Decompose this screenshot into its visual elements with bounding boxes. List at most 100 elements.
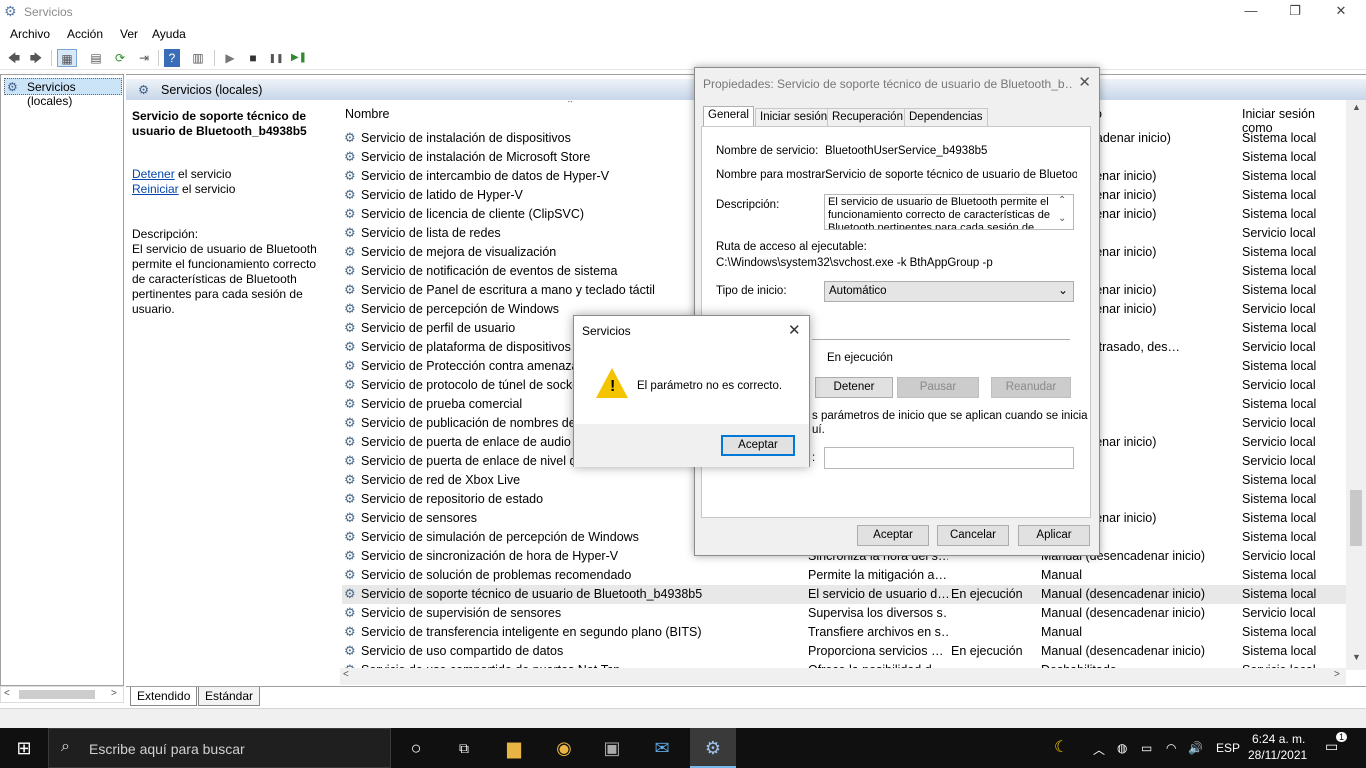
scrollbar-thumb[interactable]: [1350, 490, 1362, 546]
cell-logon: Sistema local: [1242, 587, 1317, 601]
scroll-up-icon[interactable]: ⌃: [1058, 195, 1066, 206]
table-row[interactable]: ⚙ Servicio de uso compartido de datos Prop…: [342, 642, 1346, 661]
stop-button[interactable]: Detener: [815, 377, 893, 398]
pause-button[interactable]: Pausar: [897, 377, 979, 398]
cell-logon: Sistema local: [1242, 492, 1317, 506]
clock-date[interactable]: 28/11/2021: [1248, 748, 1307, 762]
restore-button[interactable]: ❐: [1272, 0, 1318, 24]
description-textbox[interactable]: El servicio de usuario de Bluetooth perm…: [824, 194, 1074, 230]
remote-desktop-icon[interactable]: ▣: [598, 736, 626, 760]
display-name-field[interactable]: Servicio de soporte técnico de usuario d…: [825, 169, 1077, 181]
help-icon[interactable]: ?: [164, 49, 180, 67]
scroll-right-icon[interactable]: >: [1334, 669, 1340, 680]
cell-logon: Sistema local: [1242, 359, 1317, 373]
pause-service-icon[interactable]: ❚❚: [266, 49, 286, 67]
resume-button[interactable]: Reanudar: [991, 377, 1071, 398]
language-indicator[interactable]: ESP: [1216, 741, 1240, 755]
wifi-icon[interactable]: ◠: [1166, 741, 1176, 755]
menu-accion[interactable]: Acción: [67, 27, 103, 41]
export-list-icon[interactable]: ⇥: [134, 49, 154, 67]
tab-logon[interactable]: Iniciar sesión: [755, 108, 833, 126]
tree-node-label: Servicios (locales): [27, 80, 76, 108]
start-service-icon[interactable]: ▶: [220, 49, 240, 67]
tree-node-services-local[interactable]: ⚙ Servicios (locales): [4, 78, 122, 108]
properties-icon[interactable]: ▤: [86, 49, 106, 67]
stop-suffix: el servicio: [174, 167, 232, 181]
scrollbar-thumb[interactable]: [19, 690, 95, 699]
forward-arrow-icon[interactable]: 🡆: [26, 49, 46, 67]
scroll-right-icon[interactable]: >: [111, 688, 117, 699]
scroll-down-icon[interactable]: ⌄: [1058, 213, 1066, 224]
table-row[interactable]: ⚙ Servicio de soporte técnico de usuario …: [342, 585, 1346, 604]
table-row[interactable]: ⚙ Servicio de solución de problemas recom…: [342, 566, 1346, 585]
close-button[interactable]: ✕: [1318, 0, 1364, 24]
cell-desc: Proporciona servicios …: [808, 644, 944, 658]
cell-logon: Sistema local: [1242, 321, 1317, 335]
tab-standard[interactable]: Estándar: [198, 687, 261, 706]
accept-button[interactable]: Aceptar: [721, 435, 795, 456]
clock-time[interactable]: 6:24 a. m.: [1252, 732, 1305, 746]
scroll-up-icon[interactable]: ▲: [1352, 102, 1361, 112]
cell-name: Servicio de transferencia inteligente en…: [361, 625, 702, 639]
cell-logon: Sistema local: [1242, 473, 1317, 487]
cell-type: Manual (desencadenar inicio): [1041, 587, 1205, 601]
apply-button[interactable]: Aplicar: [1018, 525, 1090, 546]
list-horizontal-scrollbar[interactable]: < >: [340, 668, 1346, 685]
tab-extended[interactable]: Extendido: [130, 687, 198, 706]
ok-button[interactable]: Aceptar: [857, 525, 929, 546]
start-params-input[interactable]: [824, 447, 1074, 469]
toolbar: 🡄 🡆 ▦ ▤ ⟳ ⇥ ? ▥ ▶ ■ ❚❚ ▶❚: [0, 46, 1366, 70]
cancel-button[interactable]: Cancelar: [937, 525, 1009, 546]
cortana-icon[interactable]: ○: [402, 736, 430, 760]
mail-icon[interactable]: ✉: [648, 736, 676, 760]
tab-dependencies[interactable]: Dependencias: [904, 108, 988, 126]
service-gear-icon: ⚙: [344, 339, 356, 354]
cell-type: Manual (desencadenar inicio): [1041, 606, 1205, 620]
restart-service-link[interactable]: Reiniciar: [132, 182, 179, 196]
tab-recovery[interactable]: Recuperación: [827, 108, 908, 126]
stop-service-link[interactable]: Detener: [132, 167, 175, 181]
service-name-value: BluetoothUserService_b4938b5: [825, 145, 988, 157]
description-label: Descripción:: [716, 199, 780, 211]
chevron-up-icon[interactable]: ︿: [1093, 741, 1105, 758]
network-adapter-icon[interactable]: ▭: [1141, 741, 1152, 755]
cell-logon: Sistema local: [1242, 169, 1317, 183]
list-vertical-scrollbar[interactable]: ▲ ▼: [1346, 100, 1366, 670]
chrome-icon[interactable]: ◉: [550, 736, 578, 760]
taskbar-search[interactable]: ⌕ Escribe aquí para buscar: [48, 728, 391, 768]
file-explorer-icon[interactable]: ▆: [500, 736, 528, 760]
menu-ver[interactable]: Ver: [120, 27, 138, 41]
stop-service-icon[interactable]: ■: [243, 49, 263, 67]
scroll-left-icon[interactable]: <: [4, 688, 10, 699]
menu-ayuda[interactable]: Ayuda: [152, 27, 186, 41]
scroll-left-icon[interactable]: <: [343, 669, 349, 680]
menu-archivo[interactable]: Archivo: [10, 27, 50, 41]
action-pane-icon[interactable]: ▥: [188, 49, 208, 67]
volume-icon[interactable]: 🔊: [1188, 741, 1203, 755]
tab-general[interactable]: General: [703, 106, 754, 127]
refresh-icon[interactable]: ⟳: [110, 49, 130, 67]
startup-type-select[interactable]: Automático ⌄: [824, 281, 1074, 302]
table-row[interactable]: ⚙ Servicio de supervisión de sensores Supe…: [342, 604, 1346, 623]
restart-service-icon[interactable]: ▶❚: [289, 49, 309, 67]
night-light-icon[interactable]: ☾: [1054, 737, 1068, 757]
back-arrow-icon[interactable]: 🡄: [4, 49, 24, 67]
windows-start-icon[interactable]: ⊞: [10, 736, 38, 760]
close-icon[interactable]: ✕: [1078, 73, 1091, 91]
table-row[interactable]: ⚙ Servicio de transferencia inteligente e…: [342, 623, 1346, 642]
task-view-icon[interactable]: ⧉: [450, 736, 478, 760]
tree-horizontal-scrollbar[interactable]: < >: [0, 686, 124, 703]
service-gear-icon: ⚙: [344, 643, 356, 658]
cell-logon: Sistema local: [1242, 397, 1317, 411]
close-icon[interactable]: ✕: [788, 321, 801, 339]
error-message-box: Servicios ✕ ! El parámetro no es correct…: [573, 315, 810, 467]
show-console-tree-icon[interactable]: ▦: [57, 49, 77, 67]
minimize-button[interactable]: —: [1228, 0, 1274, 24]
path-value: C:\Windows\system32\svchost.exe -k BthAp…: [716, 257, 993, 269]
scroll-down-icon[interactable]: ▼: [1352, 652, 1361, 662]
discord-icon[interactable]: ◍: [1117, 741, 1127, 755]
notifications-icon[interactable]: ▭: [1325, 738, 1338, 755]
service-gear-icon: ⚙: [344, 320, 356, 335]
column-header-name[interactable]: Nombre: [345, 107, 389, 121]
services-taskbar-icon[interactable]: ⚙: [690, 728, 736, 768]
